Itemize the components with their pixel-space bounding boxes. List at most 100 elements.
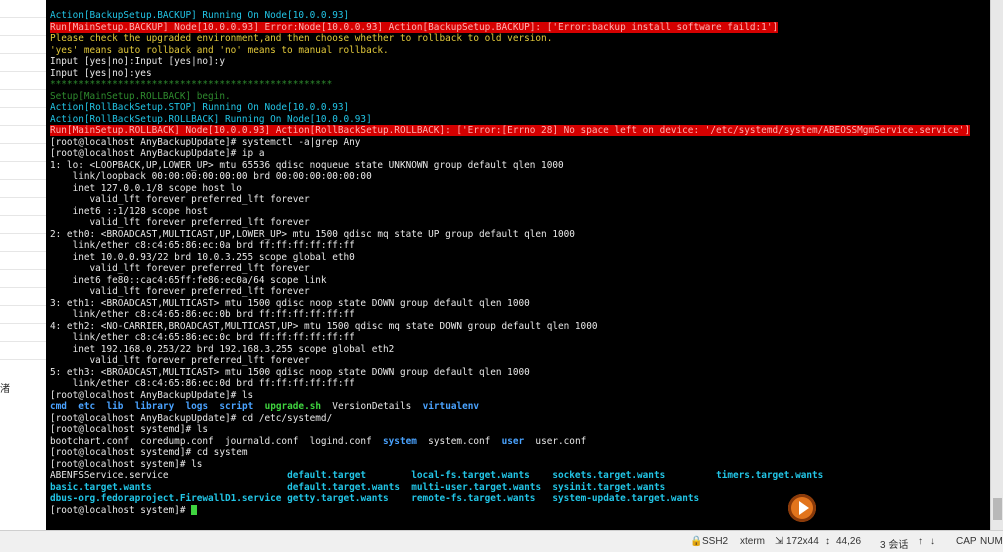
terminal-cursor <box>191 505 198 515</box>
terminal-text-segment: [root@localhost AnyBackupUpdate]# ls <box>50 389 254 401</box>
terminal-text-segment: default.target.wants <box>287 481 400 493</box>
down-arrow-icon[interactable]: ↓ <box>930 536 935 547</box>
terminal-line: 'yes' means auto rollback and 'no' means… <box>50 45 990 57</box>
terminal-text-segment: user <box>501 435 525 447</box>
terminal-line: [root@localhost AnyBackupUpdate]# ip a <box>50 148 990 160</box>
up-arrow-icon[interactable]: ↑ <box>918 536 923 547</box>
terminal-text-segment: library <box>134 401 175 412</box>
terminal-line: inet 192.168.0.253/22 brd 192.168.3.255 … <box>50 344 990 356</box>
terminal-text-segment: link/ether c8:c4:65:86:ec:0d brd ff:ff:f… <box>50 378 355 389</box>
terminal-text-segment: [root@localhost system]# <box>50 504 192 516</box>
terminal-text-segment: logs <box>185 401 209 412</box>
terminal-type-label: xterm <box>740 536 765 547</box>
terminal-line: valid_lft forever preferred_lft forever <box>50 194 990 206</box>
cursor-icon: ↕ <box>825 536 830 547</box>
terminal-text-segment: script <box>219 401 254 412</box>
terminal-line: [root@localhost system]# <box>50 505 990 517</box>
terminal-text-segment: local-fs.target.wants <box>411 470 530 481</box>
terminal-line: [root@localhost systemd]# ls <box>50 424 990 436</box>
terminal-text-segment: inet6 fe80::cac4:65ff:fe86:ec0a/64 scope… <box>50 274 327 286</box>
terminal-text-segment: valid_lft forever preferred_lft forever <box>50 286 310 297</box>
terminal-line: valid_lft forever preferred_lft forever <box>50 263 990 275</box>
protocol-label: SSH2 <box>702 536 729 547</box>
terminal-line: [root@localhost systemd]# cd system <box>50 447 990 459</box>
terminal-window[interactable]: Action[BackupSetup.BACKUP] Running On No… <box>46 0 990 530</box>
sessions-label: 3 会话 <box>880 540 909 551</box>
terminal-text-segment: 4: eth2: <NO-CARRIER,BROADCAST,MULTICAST… <box>50 320 598 332</box>
terminal-text-segment: default.target <box>287 470 367 481</box>
terminal-text-segment: valid_lft forever preferred_lft forever <box>50 217 310 228</box>
terminal-line: bootchart.conf coredump.conf journald.co… <box>50 436 990 448</box>
terminal-text-segment: etc <box>78 401 96 412</box>
terminal-text-segment: bootchart.conf coredump.conf journald.co… <box>50 435 384 447</box>
terminal-line: valid_lft forever preferred_lft forever <box>50 217 990 229</box>
left-panel-fragment-text: 渚 <box>0 384 10 395</box>
terminal-line: [root@localhost system]# ls <box>50 459 990 471</box>
terminal-line: Action[BackupSetup.BACKUP] Running On No… <box>50 10 990 22</box>
terminal-scrollbar[interactable] <box>990 0 1003 530</box>
terminal-text-segment: cmd <box>50 401 67 412</box>
terminal-line: basic.target.wants default.target.wants … <box>50 482 990 494</box>
terminal-line: [root@localhost AnyBackupUpdate]# system… <box>50 137 990 149</box>
terminal-text-segment: link/ether c8:c4:65:86:ec:0c brd ff:ff:f… <box>50 332 355 343</box>
terminal-line: 1: lo: <LOOPBACK,UP,LOWER_UP> mtu 65536 … <box>50 160 990 172</box>
num-lock-indicator: NUM <box>980 536 1003 547</box>
left-panel: 渚 <box>0 0 47 530</box>
terminal-line: ABENFSService.service default.target loc… <box>50 470 990 482</box>
terminal-text-segment: 1: lo: <LOOPBACK,UP,LOWER_UP> mtu 65536 … <box>50 159 564 171</box>
terminal-line: link/loopback 00:00:00:00:00:00 brd 00:0… <box>50 171 990 183</box>
terminal-line: Please check the upgraded environment,an… <box>50 33 990 45</box>
terminal-text-segment: multi-user.target.wants <box>411 481 542 493</box>
terminal-text-segment: virtualenv <box>422 401 480 412</box>
status-bar: 🔒 SSH2 xterm ⇲ 172x44 ↕ 44,26 3 会话 ↑ ↓ C… <box>0 530 1003 552</box>
lock-icon: 🔒 <box>690 536 703 547</box>
terminal-text-segment: remote-fs.target.wants <box>411 493 536 504</box>
terminal-size-label: 172x44 <box>786 536 819 547</box>
terminal-text-segment: inet6 ::1/128 scope host <box>50 205 209 217</box>
terminal-line: valid_lft forever preferred_lft forever <box>50 355 990 367</box>
terminal-line: link/ether c8:c4:65:86:ec:0b brd ff:ff:f… <box>50 309 990 321</box>
terminal-text-segment: [root@localhost AnyBackupUpdate]# ip a <box>50 148 265 159</box>
terminal-text-segment: 5: eth3: <BROADCAST,MULTICAST> mtu 1500 … <box>50 366 530 378</box>
terminal-line: link/ether c8:c4:65:86:ec:0d brd ff:ff:f… <box>50 378 990 390</box>
terminal-text-segment: link/loopback 00:00:00:00:00:00 brd 00:0… <box>50 171 372 182</box>
terminal-text-segment: system.conf <box>416 435 502 447</box>
terminal-line: inet 10.0.0.93/22 brd 10.0.3.255 scope g… <box>50 252 990 264</box>
terminal-text-segment: sysinit.target.wants <box>552 481 666 493</box>
cursor-position-label: 44,26 <box>836 536 862 547</box>
terminal-line: link/ether c8:c4:65:86:ec:0a brd ff:ff:f… <box>50 240 990 252</box>
scrollbar-thumb[interactable] <box>993 498 1002 520</box>
terminal-text-segment: ABENFSService.service <box>50 470 288 481</box>
terminal-text-segment: Input [yes|no]:Input [yes|no]:y <box>50 56 225 67</box>
terminal-line: Input [yes|no]:yes <box>50 68 990 80</box>
terminal-line: link/ether c8:c4:65:86:ec:0c brd ff:ff:f… <box>50 332 990 344</box>
terminal-text-segment: [root@localhost AnyBackupUpdate]# system… <box>50 136 361 148</box>
terminal-output[interactable]: Action[BackupSetup.BACKUP] Running On No… <box>50 10 990 516</box>
terminal-text-segment: Action[RollBackSetup.STOP] Running On No… <box>50 102 350 113</box>
terminal-line: inet6 ::1/128 scope host <box>50 206 990 218</box>
caps-lock-indicator: CAP <box>956 536 977 547</box>
terminal-text-segment: valid_lft forever preferred_lft forever <box>50 355 310 366</box>
media-player-icon[interactable] <box>788 494 816 522</box>
terminal-text-segment: lib <box>106 401 124 412</box>
terminal-line: [root@localhost AnyBackupUpdate]# ls <box>50 390 990 402</box>
size-icon: ⇲ <box>775 536 784 547</box>
terminal-line: valid_lft forever preferred_lft forever <box>50 286 990 298</box>
terminal-text-segment: upgrade.sh <box>264 401 322 412</box>
terminal-text-segment: ****************************************… <box>50 79 333 90</box>
terminal-line: inet6 fe80::cac4:65ff:fe86:ec0a/64 scope… <box>50 275 990 287</box>
terminal-text-segment: getty.target.wants <box>287 493 389 504</box>
terminal-line: ****************************************… <box>50 79 990 91</box>
terminal-line: cmd etc lib library logs script upgrade.… <box>50 401 990 413</box>
terminal-text-segment: user.conf <box>524 435 587 447</box>
terminal-line: 3: eth1: <BROADCAST,MULTICAST> mtu 1500 … <box>50 298 990 310</box>
terminal-text-segment: valid_lft forever preferred_lft forever <box>50 263 310 274</box>
terminal-line: Action[RollBackSetup.STOP] Running On No… <box>50 102 990 114</box>
terminal-text-segment: inet 127.0.0.1/8 scope host lo <box>50 182 242 194</box>
